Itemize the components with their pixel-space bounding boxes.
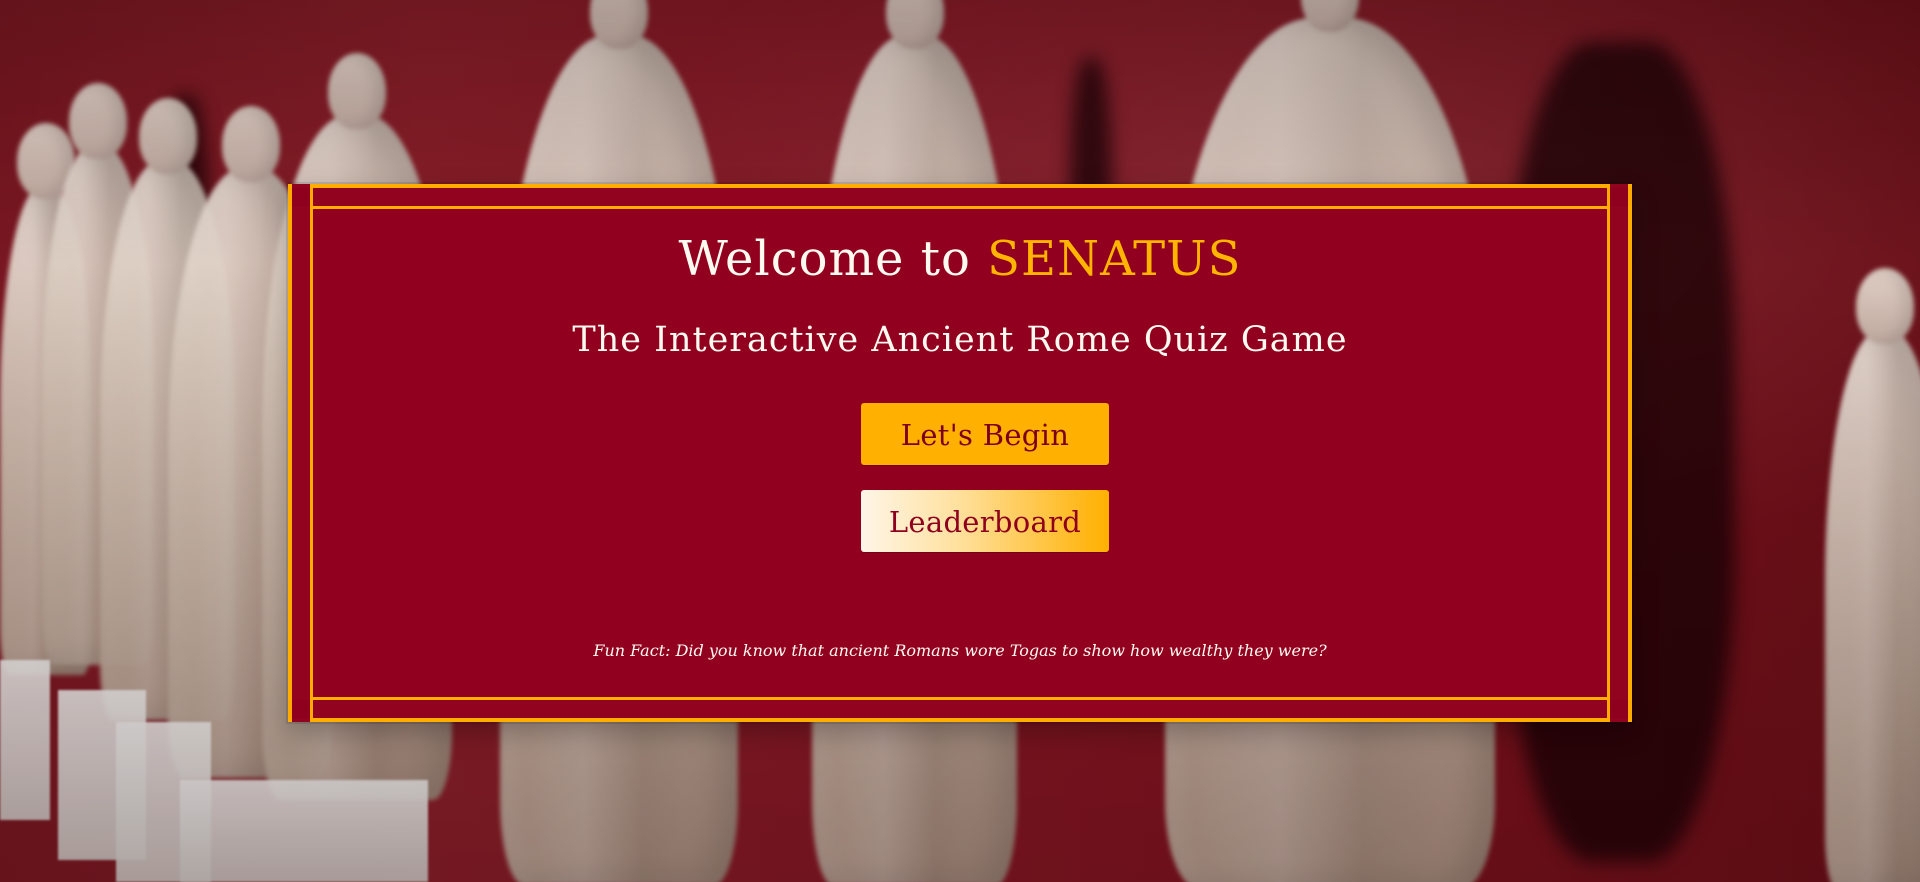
greek-key-left-border: [288, 184, 313, 722]
greek-key-top-border: [288, 184, 1632, 209]
greek-key-right-border: [1607, 184, 1632, 722]
game-subtitle: The Interactive Ancient Rome Quiz Game: [572, 320, 1348, 360]
senatus-welcome-card: Welcome to SENATUS The Interactive Ancie…: [288, 184, 1632, 722]
background-statue: [1825, 330, 1920, 882]
page-title: Welcome to SENATUS: [313, 227, 1607, 291]
title-prefix: Welcome to: [678, 231, 971, 287]
statue-pedestal: [0, 660, 50, 820]
fun-fact-text: Fun Fact: Did you know that ancient Roma…: [593, 641, 1327, 660]
game-title: SENATUS: [987, 231, 1242, 287]
leaderboard-button[interactable]: Leaderboard: [861, 490, 1109, 552]
greek-key-bottom-border: [288, 697, 1632, 722]
welcome-page: Welcome to SENATUS The Interactive Ancie…: [0, 0, 1920, 882]
welcome-panel: Welcome to SENATUS The Interactive Ancie…: [313, 209, 1607, 697]
statue-pedestal: [180, 780, 428, 882]
lets-begin-button[interactable]: Let's Begin: [861, 403, 1109, 465]
